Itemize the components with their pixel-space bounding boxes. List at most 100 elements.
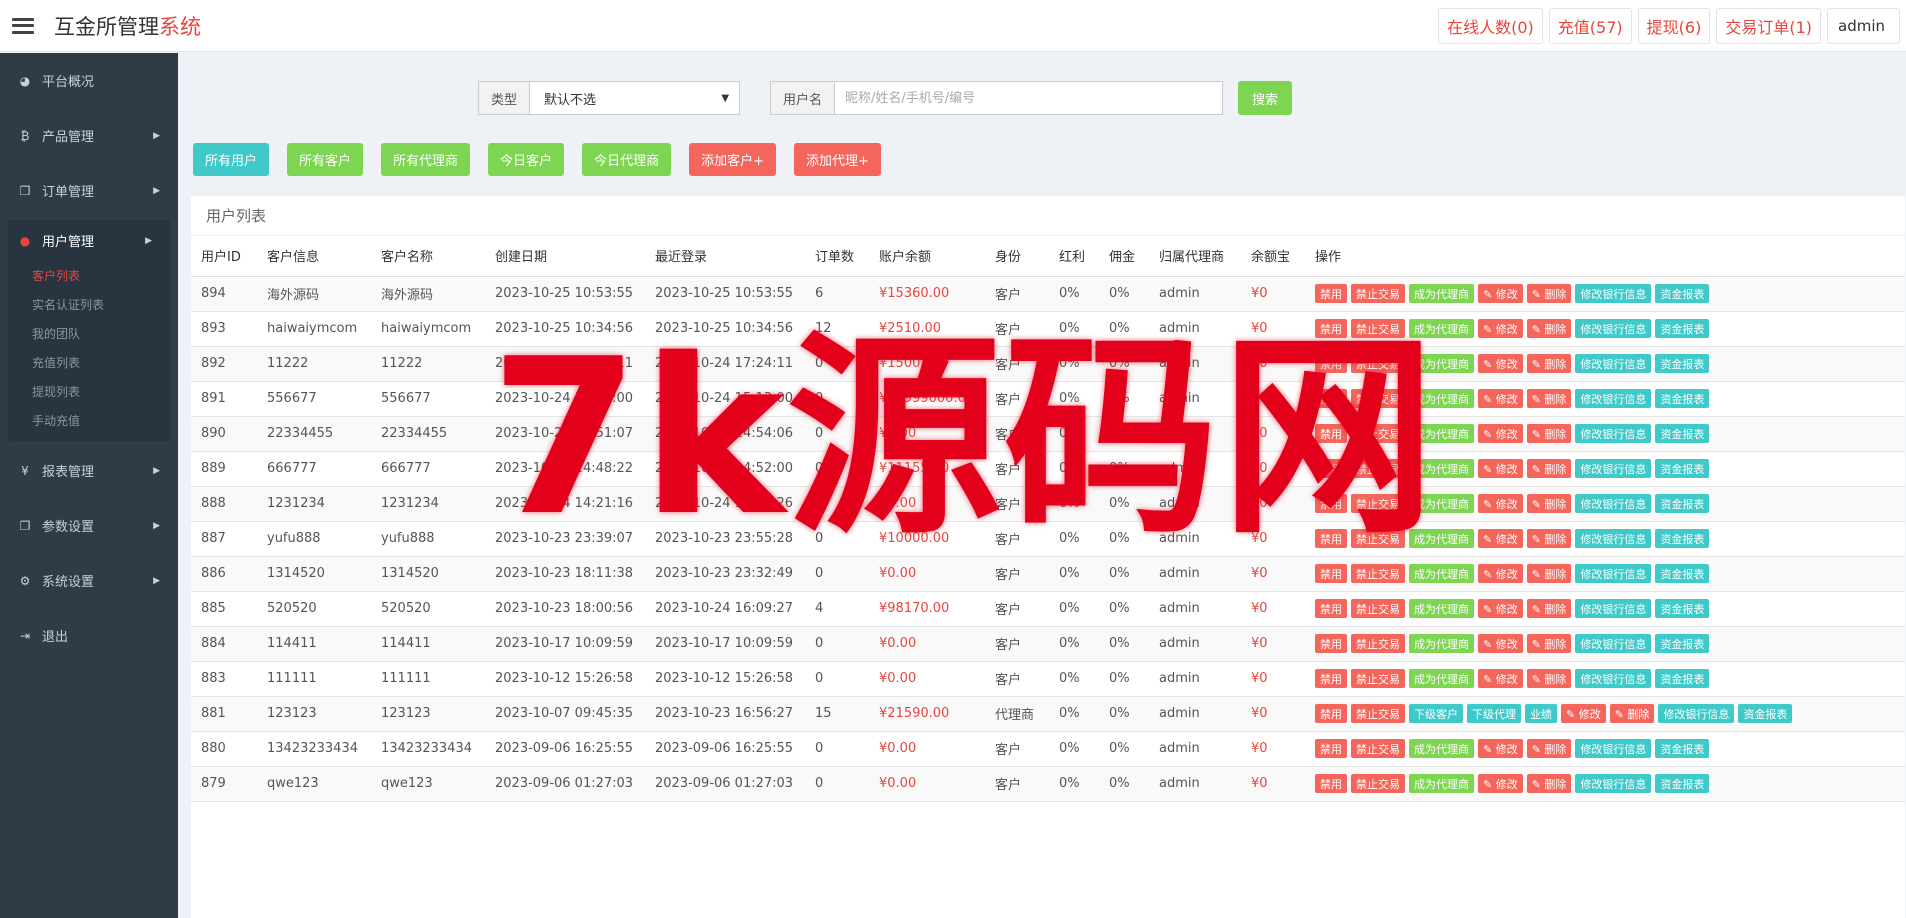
action-button[interactable]: 禁用 xyxy=(1315,564,1347,583)
filter-button[interactable]: 今日代理商 xyxy=(582,143,672,176)
action-button[interactable]: 成为代理商 xyxy=(1409,739,1474,758)
action-button[interactable]: ✎ 删除 xyxy=(1526,564,1572,583)
filter-button[interactable]: 添加客户+ xyxy=(689,143,776,176)
action-button[interactable]: 修改银行信息 xyxy=(1575,599,1652,618)
action-button[interactable]: 资金报表 xyxy=(1655,389,1710,408)
action-button[interactable]: 成为代理商 xyxy=(1409,284,1474,303)
action-button[interactable]: 修改银行信息 xyxy=(1575,739,1652,758)
action-button[interactable]: 修改银行信息 xyxy=(1575,669,1652,688)
action-button[interactable]: ✎ 删除 xyxy=(1609,704,1655,723)
sidebar-subitem[interactable]: 实名认证列表 xyxy=(0,290,170,319)
action-button[interactable]: 成为代理商 xyxy=(1409,319,1474,338)
filter-button[interactable]: 所有代理商 xyxy=(381,143,471,176)
action-button[interactable]: 禁止交易 xyxy=(1351,634,1405,653)
action-button[interactable]: 禁用 xyxy=(1315,599,1347,618)
action-button[interactable]: ✎ 修改 xyxy=(1478,459,1523,478)
action-button[interactable]: ✎ 删除 xyxy=(1526,319,1572,338)
action-button[interactable]: 资金报表 xyxy=(1655,564,1710,583)
action-button[interactable]: 下级客户 xyxy=(1409,704,1463,723)
hamburger-menu-icon[interactable] xyxy=(12,17,34,34)
action-button[interactable]: 修改银行信息 xyxy=(1575,424,1652,443)
sidebar-item[interactable]: ◕ 平台概况 xyxy=(0,53,178,108)
sidebar-item[interactable]: ❐ 订单管理 ▶ xyxy=(0,163,178,218)
action-button[interactable]: 资金报表 xyxy=(1655,424,1710,443)
action-button[interactable]: ✎ 修改 xyxy=(1478,774,1523,793)
sidebar-item[interactable]: ¥ 报表管理 ▶ xyxy=(0,443,178,498)
action-button[interactable]: 禁止交易 xyxy=(1351,704,1405,723)
action-button[interactable]: 修改银行信息 xyxy=(1575,529,1652,548)
action-button[interactable]: 禁止交易 xyxy=(1351,459,1405,478)
action-button[interactable]: 修改银行信息 xyxy=(1575,284,1652,303)
action-button[interactable]: 禁用 xyxy=(1315,389,1347,408)
action-button[interactable]: 禁止交易 xyxy=(1351,599,1405,618)
action-button[interactable]: ✎ 删除 xyxy=(1526,529,1572,548)
action-button[interactable]: 成为代理商 xyxy=(1409,494,1474,513)
action-button[interactable]: ✎ 修改 xyxy=(1478,529,1523,548)
action-button[interactable]: ✎ 修改 xyxy=(1478,319,1523,338)
action-button[interactable]: 修改银行信息 xyxy=(1575,354,1652,373)
action-button[interactable]: ✎ 修改 xyxy=(1478,564,1523,583)
action-button[interactable]: ✎ 修改 xyxy=(1478,494,1523,513)
action-button[interactable]: 禁用 xyxy=(1315,774,1347,793)
action-button[interactable]: ✎ 删除 xyxy=(1526,774,1572,793)
action-button[interactable]: ✎ 修改 xyxy=(1478,669,1523,688)
action-button[interactable]: 禁用 xyxy=(1315,424,1347,443)
action-button[interactable]: 禁止交易 xyxy=(1351,284,1405,303)
action-button[interactable]: 修改银行信息 xyxy=(1575,459,1652,478)
action-button[interactable]: 禁用 xyxy=(1315,634,1347,653)
action-button[interactable]: 业绩 xyxy=(1525,704,1557,723)
sidebar-subitem[interactable]: 手动充值 xyxy=(0,406,170,435)
action-button[interactable]: ✎ 删除 xyxy=(1526,354,1572,373)
action-button[interactable]: 禁用 xyxy=(1315,284,1347,303)
sidebar-subitem[interactable]: 我的团队 xyxy=(0,319,170,348)
action-button[interactable]: 禁止交易 xyxy=(1351,564,1405,583)
action-button[interactable]: ✎ 删除 xyxy=(1526,389,1572,408)
action-button[interactable]: 资金报表 xyxy=(1655,354,1710,373)
action-button[interactable]: 资金报表 xyxy=(1655,319,1710,338)
action-button[interactable]: 禁止交易 xyxy=(1351,494,1405,513)
action-button[interactable]: 修改银行信息 xyxy=(1575,634,1652,653)
action-button[interactable]: ✎ 修改 xyxy=(1478,634,1523,653)
action-button[interactable]: ✎ 删除 xyxy=(1526,669,1572,688)
action-button[interactable]: 禁止交易 xyxy=(1351,354,1405,373)
username-search-input[interactable] xyxy=(835,81,1224,115)
action-button[interactable]: ✎ 修改 xyxy=(1478,599,1523,618)
action-button[interactable]: 禁用 xyxy=(1315,319,1347,338)
action-button[interactable]: 修改银行信息 xyxy=(1575,319,1652,338)
action-button[interactable]: 资金报表 xyxy=(1655,284,1710,303)
action-button[interactable]: 禁用 xyxy=(1315,739,1347,758)
action-button[interactable]: 成为代理商 xyxy=(1409,774,1474,793)
action-button[interactable]: 资金报表 xyxy=(1655,669,1710,688)
admin-menu[interactable]: admin xyxy=(1827,7,1900,44)
action-button[interactable]: 修改银行信息 xyxy=(1575,774,1652,793)
sidebar-subitem[interactable]: 充值列表 xyxy=(0,348,170,377)
action-button[interactable]: 禁用 xyxy=(1315,354,1347,373)
action-button[interactable]: 资金报表 xyxy=(1655,529,1710,548)
action-button[interactable]: 禁止交易 xyxy=(1351,529,1405,548)
action-button[interactable]: 资金报表 xyxy=(1655,634,1710,653)
action-button[interactable]: 禁止交易 xyxy=(1351,424,1405,443)
header-badge[interactable]: 提现(6) xyxy=(1637,7,1711,44)
action-button[interactable]: 资金报表 xyxy=(1655,494,1710,513)
filter-button[interactable]: 今日客户 xyxy=(488,143,565,176)
action-button[interactable]: 资金报表 xyxy=(1655,774,1710,793)
sidebar-item[interactable]: ⇥ 退出 xyxy=(0,608,178,663)
action-button[interactable]: 成为代理商 xyxy=(1409,599,1474,618)
action-button[interactable]: ✎ 修改 xyxy=(1561,704,1606,723)
action-button[interactable]: 修改银行信息 xyxy=(1658,704,1735,723)
action-button[interactable]: ✎ 删除 xyxy=(1526,634,1572,653)
header-badge[interactable]: 交易订单(1) xyxy=(1716,7,1821,44)
action-button[interactable]: 成为代理商 xyxy=(1409,529,1474,548)
sidebar-subitem[interactable]: 客户列表 xyxy=(0,261,170,290)
sidebar-subitem[interactable]: 提现列表 xyxy=(0,377,170,406)
action-button[interactable]: ✎ 删除 xyxy=(1526,284,1572,303)
header-badge[interactable]: 充值(57) xyxy=(1548,7,1632,44)
action-button[interactable]: 资金报表 xyxy=(1655,459,1710,478)
action-button[interactable]: 成为代理商 xyxy=(1409,564,1474,583)
header-badge[interactable]: 在线人数(0) xyxy=(1438,7,1543,44)
action-button[interactable]: 成为代理商 xyxy=(1409,389,1474,408)
action-button[interactable]: 修改银行信息 xyxy=(1575,494,1652,513)
action-button[interactable]: 禁用 xyxy=(1315,669,1347,688)
action-button[interactable]: ✎ 删除 xyxy=(1526,424,1572,443)
action-button[interactable]: 资金报表 xyxy=(1738,704,1793,723)
